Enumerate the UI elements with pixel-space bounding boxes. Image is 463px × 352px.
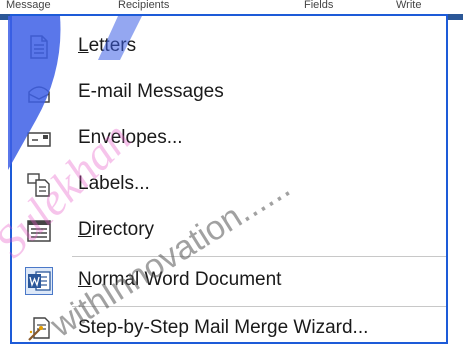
start-mail-merge-menu: Letters E-mail Messages Envelopes... Lab…: [10, 14, 448, 344]
menu-item-label: Labels...: [78, 173, 150, 194]
menu-separator: [72, 256, 446, 257]
tab-recipients[interactable]: Recipients: [112, 0, 216, 14]
menu-item-letters[interactable]: Letters: [12, 26, 446, 66]
directory-icon: [27, 220, 51, 242]
menu-item-directory[interactable]: Directory: [12, 210, 446, 250]
labels-icon: [27, 173, 50, 197]
menu-item-label: E-mail Messages: [78, 81, 224, 102]
menu-item-label: Normal Word Document: [78, 269, 282, 290]
tab-fields[interactable]: Fields: [298, 0, 392, 14]
menu-item-envelopes[interactable]: Envelopes...: [12, 118, 446, 158]
tab-write[interactable]: Write: [390, 0, 463, 14]
menu-item-labels[interactable]: Labels...: [12, 164, 446, 204]
menu-item-mail-merge-wizard[interactable]: Step-by-Step Mail Merge Wizard...: [12, 308, 446, 348]
letter-icon: [30, 35, 48, 59]
tab-blank[interactable]: [214, 0, 300, 14]
menu-separator: [72, 306, 446, 307]
menu-item-label: Directory: [78, 219, 155, 240]
word-icon: [25, 267, 53, 295]
tab-message[interactable]: Message: [0, 0, 114, 14]
envelope-icon: [27, 132, 51, 147]
menu-item-email-messages[interactable]: E-mail Messages: [12, 72, 446, 112]
menu-item-label: Envelopes...: [78, 127, 183, 148]
menu-item-label: Letters: [78, 35, 137, 56]
menu-item-label: Step-by-Step Mail Merge Wizard...: [78, 317, 369, 338]
wizard-icon: [28, 317, 50, 341]
email-icon: [28, 86, 50, 103]
menu-item-normal-word-document[interactable]: Normal Word Document: [12, 260, 446, 300]
